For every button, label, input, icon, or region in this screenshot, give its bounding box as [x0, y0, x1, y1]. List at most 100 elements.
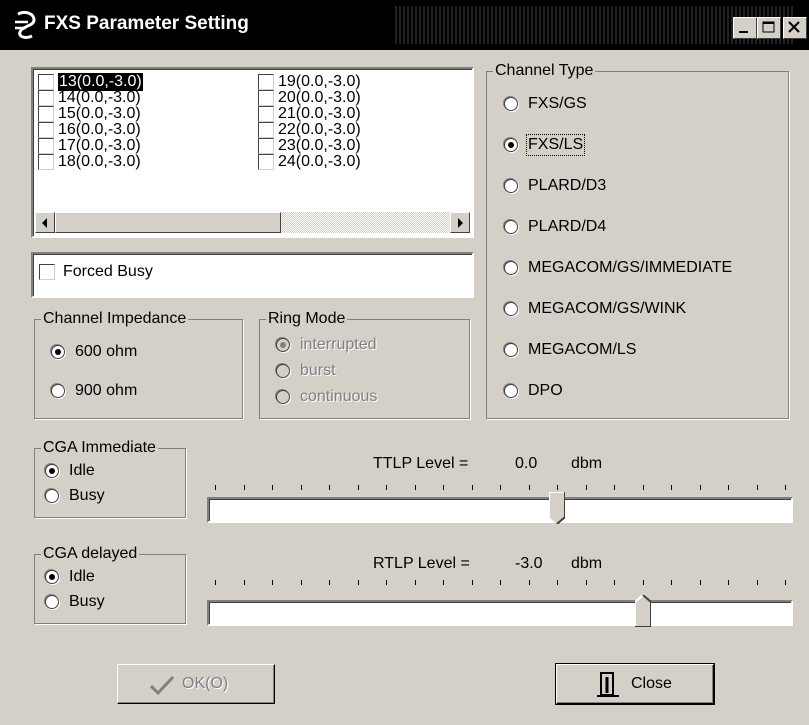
slider-tick: [415, 485, 416, 490]
slider-tick: [643, 580, 644, 585]
slider-tick: [386, 580, 387, 585]
cga-delayed-group: CGA delayed Idle Busy: [34, 545, 186, 624]
slider-tick: [757, 485, 758, 490]
channel-checkbox[interactable]: [258, 122, 274, 138]
ring-mode-group: Ring Mode interrupted burst continuous: [259, 310, 470, 419]
slider-tick: [415, 580, 416, 585]
cga-delayed-busy-radio[interactable]: [45, 595, 59, 609]
channel-type-radio[interactable]: [504, 97, 518, 111]
channel-checkbox[interactable]: [258, 74, 274, 90]
slider-tick: [586, 580, 587, 585]
channel-checkbox[interactable]: [38, 90, 54, 106]
channel-type-radio[interactable]: [504, 384, 518, 398]
cga-immediate-idle-radio[interactable]: [45, 464, 59, 478]
channel-type-radio[interactable]: [504, 179, 518, 193]
impedance-600-label: 600 ohm: [75, 343, 138, 360]
slider-tick: [671, 485, 672, 490]
impedance-900-label: 900 ohm: [75, 382, 138, 399]
cga-delayed-idle-radio[interactable]: [45, 570, 59, 584]
channel-checkbox[interactable]: [38, 106, 54, 122]
slider-tick: [500, 485, 501, 490]
ring-mode-title: Ring Mode: [266, 310, 348, 328]
scroll-left-button[interactable]: [35, 212, 55, 233]
ok-button-label: OK(O): [182, 675, 229, 692]
title-bar[interactable]: FXS Parameter Setting: [0, 0, 809, 50]
ttlp-slider-track[interactable]: [207, 497, 793, 523]
app-icon: [15, 10, 36, 39]
slider-tick: [500, 580, 501, 585]
channel-type-radio[interactable]: [504, 220, 518, 234]
slider-tick: [671, 580, 672, 585]
slider-tick: [700, 580, 701, 585]
maximize-button[interactable]: [757, 17, 781, 39]
cga-delayed-busy-label: Busy: [69, 593, 105, 610]
cga-immediate-idle-label: Idle: [69, 462, 95, 479]
channel-list-scrollbar[interactable]: [35, 212, 470, 233]
ok-button[interactable]: OK(O): [117, 664, 275, 704]
channel-list[interactable]: 13(0.0,-3.0) 14(0.0,-3.0) 15(0.0,-3.0) 16(0…: [31, 67, 474, 238]
slider-tick: [700, 485, 701, 490]
arrow-right-icon: [458, 218, 463, 228]
channel-type-label: DPO: [528, 382, 563, 399]
minimize-button[interactable]: [733, 17, 757, 39]
channel-checkbox[interactable]: [258, 154, 274, 170]
channel-type-radio[interactable]: [504, 138, 518, 152]
scroll-track[interactable]: [281, 212, 450, 233]
cga-immediate-group: CGA Immediate Idle Busy: [34, 439, 186, 518]
channel-checkbox[interactable]: [38, 74, 54, 90]
arrow-left-icon: [42, 218, 47, 228]
slider-tick: [358, 485, 359, 490]
channel-type-label: PLARD/D4: [528, 218, 607, 235]
channel-checkbox[interactable]: [258, 106, 274, 122]
rtlp-slider-thumb[interactable]: [635, 595, 651, 627]
impedance-900-radio[interactable]: [51, 384, 65, 398]
slider-tick: [443, 485, 444, 490]
rtlp-slider-track[interactable]: [207, 600, 793, 626]
channel-type-radio[interactable]: [504, 343, 518, 357]
scroll-right-button[interactable]: [450, 212, 470, 233]
forced-busy-check[interactable]: [39, 264, 55, 280]
forced-busy-box: Forced Busy: [31, 252, 474, 298]
slider-tick: [272, 580, 273, 585]
slider-tick: [557, 485, 558, 490]
channel-type-radio[interactable]: [504, 261, 518, 275]
channel-type-label: MEGACOM/GS/IMMEDIATE: [528, 259, 733, 276]
channel-type-title: Channel Type: [493, 62, 596, 80]
channel-checkbox[interactable]: [38, 122, 54, 138]
slider-tick: [529, 485, 530, 490]
channel-type-label: FXS/GS: [528, 95, 587, 112]
slider-tick: [244, 485, 245, 490]
channel-checkbox[interactable]: [38, 154, 54, 170]
rtlp-label: RTLP Level =: [373, 555, 470, 572]
close-button[interactable]: Close: [555, 663, 715, 705]
slider-tick: [386, 485, 387, 490]
channel-checkbox[interactable]: [258, 90, 274, 106]
channel-label: 24(0.0,-3.0): [278, 153, 361, 170]
channel-type-label: PLARD/D3: [528, 177, 607, 194]
channel-type-radio[interactable]: [504, 302, 518, 316]
ttlp-slider-thumb[interactable]: [549, 492, 565, 524]
channel-checkbox[interactable]: [258, 138, 274, 154]
channel-type-label: FXS/LS: [525, 134, 586, 156]
cga-immediate-busy-radio[interactable]: [45, 489, 59, 503]
slider-tick: [785, 485, 786, 490]
slider-tick: [215, 580, 216, 585]
minimize-icon: [739, 31, 748, 33]
cga-delayed-title: CGA delayed: [41, 545, 140, 563]
slider-tick: [329, 485, 330, 490]
checkmark-icon: [149, 675, 175, 696]
window-title: FXS Parameter Setting: [44, 13, 249, 34]
ring-burst-radio[interactable]: [276, 364, 290, 378]
slider-tick: [301, 580, 302, 585]
impedance-600-radio[interactable]: [51, 345, 65, 359]
scroll-thumb[interactable]: [55, 212, 281, 233]
channel-checkbox[interactable]: [38, 138, 54, 154]
ring-burst-label: burst: [300, 362, 336, 379]
ring-interrupted-radio[interactable]: [276, 338, 290, 352]
close-window-button[interactable]: [783, 17, 807, 39]
slider-tick: [329, 580, 330, 585]
ring-continuous-radio[interactable]: [276, 390, 290, 404]
ttlp-unit: dbm: [571, 455, 603, 472]
fxs-parameter-window: FXS Parameter Setting 13(0.0,-3.0) 14(0.0…: [0, 0, 809, 725]
slider-tick: [728, 485, 729, 490]
